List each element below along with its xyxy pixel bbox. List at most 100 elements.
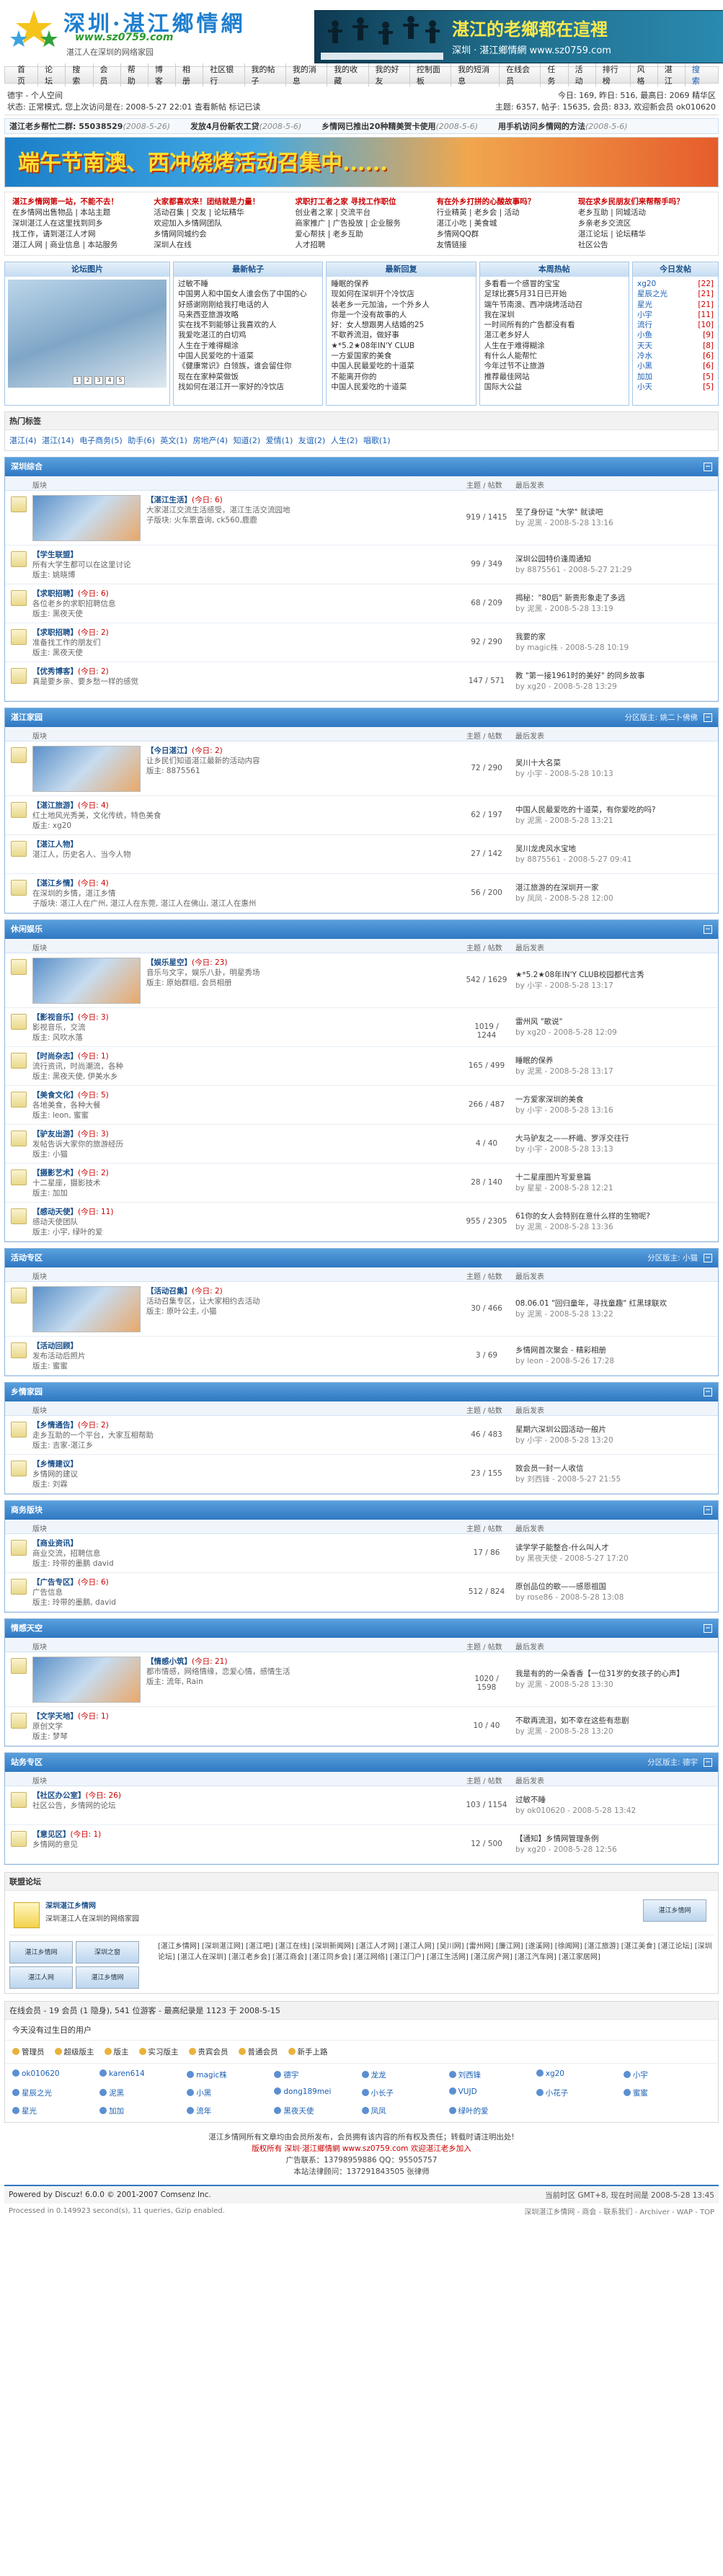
forum-last-post[interactable]: 读学学子能整合-什么叫人才 by 黑夜天使 - 2008-5-27 17:20 <box>515 1543 717 1564</box>
forum-title[interactable]: 【活动回顾】 <box>32 1341 459 1351</box>
forum-name[interactable]: 【意见区】 <box>32 1830 71 1839</box>
forum-last-post[interactable]: 不歇再流泪，如不幸在这些有悲剧 by 泥黑 - 2008-5-28 13:20 <box>515 1716 717 1737</box>
collapse-toggle-icon[interactable]: − <box>704 1506 712 1515</box>
rank-row[interactable]: 小天 [5] <box>637 382 714 392</box>
section-header[interactable]: 乡情家园 − <box>5 1383 718 1401</box>
ad-link[interactable]: 乡情网QQ群 <box>437 229 569 240</box>
last-post-title[interactable]: 中国人民最爱吃的十道菜，有你爱吃的吗? <box>515 805 717 816</box>
rank-row[interactable]: 星光 [21] <box>637 300 714 310</box>
section-moderators[interactable]: 分区版主: 姚二卜佛佛 <box>625 708 698 727</box>
portal-post-link[interactable]: 人生在于难得糊涂 <box>484 341 624 351</box>
hot-tag[interactable]: 湛江(14) <box>42 436 74 445</box>
online-user[interactable]: 加加 <box>99 2105 187 2116</box>
forum-title[interactable]: 【乡情建议】 <box>32 1459 459 1469</box>
last-post-title[interactable]: 我要的家 <box>515 632 717 643</box>
forum-title[interactable]: 【娱乐星空】(今日: 23) <box>146 958 459 968</box>
ad-link[interactable]: 深圳人在线 <box>154 240 286 251</box>
ad-link[interactable]: 创业者之家 | 交流平台 <box>295 208 427 218</box>
portal-post-link[interactable]: 不歇养流泪，做好事 <box>331 330 471 340</box>
forum-name[interactable]: 【乡情通告】 <box>32 1421 78 1430</box>
forum-title[interactable]: 【社区办公室】(今日: 26) <box>32 1791 459 1801</box>
ad-link[interactable]: 友情链接 <box>437 240 569 251</box>
forum-title[interactable]: 【感动天使】(今日: 11) <box>32 1207 459 1217</box>
portal-post-link[interactable]: 端午节南澳、西冲烧烤活动召 <box>484 300 624 310</box>
promo-banner[interactable]: 端午节南澳、西冲烧烤活动召集中...... <box>4 137 719 187</box>
slideshow-page-button[interactable]: 3 <box>94 376 103 385</box>
last-post-title[interactable]: 至了身份证 "大学" 就读吧 <box>515 507 717 518</box>
collapse-toggle-icon[interactable]: − <box>704 1254 712 1262</box>
forum-row[interactable]: 【乡情建议】 乡情网的建议 版主: 刘霖 23 / 155 致会员一封一人收信 by 刘西… <box>5 1455 718 1494</box>
collapse-toggle-icon[interactable]: − <box>704 463 712 471</box>
forum-name[interactable]: 【影视音乐】 <box>32 1013 78 1022</box>
section-header[interactable]: 湛江家园 分区版主: 姚二卜佛佛 − <box>5 708 718 727</box>
forum-sub[interactable]: 版主: 梦琴 <box>32 1732 459 1742</box>
forum-last-post[interactable]: 揭秘："80后" 新贵形象走了多远 by 泥黑 - 2008-5-28 13:19 <box>515 593 717 615</box>
portal-post-link[interactable]: ★*5.2★08年IN'Y CLUB <box>331 341 471 351</box>
forum-title[interactable]: 【广告专区】(今日: 6) <box>32 1577 459 1587</box>
online-user[interactable]: 德宇 <box>274 2069 361 2080</box>
forum-sub[interactable]: 版主: 流年, Rain <box>146 1677 459 1687</box>
rank-row[interactable]: 星辰之光 [21] <box>637 289 714 299</box>
forum-row[interactable]: 【时尚杂志】(今日: 1) 流行资讯，时尚潮流，各种 版主: 黑夜天使, 伊美水乡 1… <box>5 1047 718 1086</box>
ticker-item[interactable]: 发放4月份新农工贷(2008-5-6) <box>190 120 301 132</box>
forum-row[interactable]: 【湛江旅游】(今日: 4) 红土地风光秀美，文化传统，特色美食 版主: xg20 62… <box>5 796 718 835</box>
online-user[interactable]: dong189mei <box>274 2087 361 2098</box>
forum-row[interactable]: 【美食文化】(今日: 5) 各地美食，各种大餐 版主: leon, 蜜蜜 266 / … <box>5 1086 718 1125</box>
forum-title[interactable]: 【时尚杂志】(今日: 1) <box>32 1051 459 1061</box>
rank-row[interactable]: 加加 [5] <box>637 372 714 382</box>
ad-link[interactable]: 行业精英 | 老乡会 | 活动 <box>437 208 569 218</box>
forum-name[interactable]: 【活动回顾】 <box>32 1342 78 1350</box>
ad-link[interactable]: 爱心帮扶 | 老乡互助 <box>295 229 427 240</box>
last-post-title[interactable]: 揭秘："80后" 新贵形象走了多远 <box>515 593 717 604</box>
forum-row[interactable]: 【活动召集】(今日: 2) 活动召集专区，让大家相约去活动 版主: 原叶公主, 小猫… <box>5 1282 718 1337</box>
forum-row[interactable]: 【学生联盟】 所有大学生都可以在这里讨论 版主: 姚晓博 99 / 349 深圳公园特价… <box>5 545 718 584</box>
forum-name[interactable]: 【求职招聘】 <box>32 589 78 598</box>
forum-last-post[interactable]: 致会员一封一人收信 by 刘西锋 - 2008-5-27 21:55 <box>515 1463 717 1485</box>
forum-last-post[interactable]: 过敏不睡 by ok010620 - 2008-5-28 13:42 <box>515 1795 717 1817</box>
forum-sub[interactable]: 版主: 小宇, 绿叶的爱 <box>32 1227 459 1237</box>
ticker-item[interactable]: 用手机访问乡情网的方法(2008-5-6) <box>498 120 628 132</box>
portal-post-link[interactable]: 睡眠的保养 <box>331 279 471 289</box>
forum-title[interactable]: 【情感小筑】(今日: 21) <box>146 1657 459 1667</box>
rank-row[interactable]: 小黑 [6] <box>637 361 714 371</box>
ad-link[interactable]: 现在求乡民朋友们来帮帮手吗？ <box>578 197 711 208</box>
forum-title[interactable]: 【今日湛江】(今日: 2) <box>146 746 459 756</box>
ad-link[interactable]: 乡亲老乡交流区 <box>578 218 711 229</box>
portal-post-link[interactable]: 多看看一个感冒的宝宝 <box>484 279 624 289</box>
forum-thumbnail-image[interactable] <box>32 1286 141 1332</box>
rank-row[interactable]: 冷水 [6] <box>637 351 714 361</box>
forum-sub[interactable]: 版主: leon, 蜜蜜 <box>32 1110 459 1120</box>
section-header[interactable]: 活动专区 分区版主: 小猫 − <box>5 1249 718 1267</box>
forum-thumbnail-image[interactable] <box>32 1657 141 1703</box>
online-user[interactable]: VUJD <box>449 2087 536 2098</box>
hot-tag[interactable]: 人生(2) <box>331 436 358 445</box>
forum-title[interactable]: 【驴友出游】(今日: 3) <box>32 1129 459 1139</box>
hot-tag[interactable]: 英文(1) <box>160 436 187 445</box>
forum-name[interactable]: 【摄影艺术】 <box>32 1169 78 1177</box>
portal-post-link[interactable]: 找如何在湛江开一家好的冷饮店 <box>178 382 318 392</box>
forum-row[interactable]: 【影视音乐】(今日: 3) 影视音乐，交流 版主: 风吹水落 1019 / 1244 雷… <box>5 1008 718 1047</box>
last-post-title[interactable]: 教 "第一接1961时的美好" 的同乡故事 <box>515 671 717 682</box>
forum-row[interactable]: 【湛江生活】(今日: 6) 大家湛江交流生活感受，湛江生活交流园地 子版块: 火车票… <box>5 491 718 545</box>
forum-last-post[interactable]: 湛江旅游的在深圳开一家 by 凤凤 - 2008-5-28 12:00 <box>515 883 717 904</box>
forum-row[interactable]: 【活动回顾】 发布活动后照片 版主: 蜜蜜 3 / 69 乡情网首次聚会 - 精彩相册 b… <box>5 1337 718 1376</box>
portal-post-link[interactable]: 一方爱国家的美食 <box>331 351 471 361</box>
portal-post-link[interactable]: 一时间所有的广告都没有看 <box>484 320 624 330</box>
alliance-badge-4[interactable]: 湛江乡情网 <box>76 1966 139 1989</box>
portal-post-link[interactable]: 中国人民爱吃的十道菜 <box>331 382 471 392</box>
last-post-title[interactable]: 读学学子能整合-什么叫人才 <box>515 1543 717 1554</box>
forum-name[interactable]: 【驴友出游】 <box>32 1130 78 1138</box>
online-user[interactable]: 绿叶的爱 <box>449 2105 536 2116</box>
ad-link[interactable]: 商家推广 | 广告投放 | 企业服务 <box>295 218 427 229</box>
forum-last-post[interactable]: 我是有的的一朵香香【一位31岁的女孩子的心声】 by 泥黑 - 2008-5-28… <box>515 1669 717 1690</box>
slideshow-image[interactable]: 12345 <box>8 280 167 388</box>
forum-last-post[interactable]: 原创品位的歌——感恩祖国 by rose86 - 2008-5-28 13:08 <box>515 1582 717 1603</box>
forum-name[interactable]: 【优秀博客】 <box>32 667 78 676</box>
ticker-item[interactable]: 湛江老乡帮忙二群: 55038529(2008-5-26) <box>9 120 170 132</box>
forum-last-post[interactable]: 教 "第一接1961时的美好" 的同乡故事 by xg20 - 2008-5-28… <box>515 671 717 692</box>
portal-post-link[interactable]: 现如何在深圳开个冷饮店 <box>331 289 471 299</box>
forum-row[interactable]: 【广告专区】(今日: 6) 广告信息 版主: 玲带的墨鹏, david 512 / 8… <box>5 1573 718 1612</box>
section-moderators[interactable]: 分区版主: 德宇 <box>647 1753 698 1772</box>
last-post-title[interactable]: 湛江旅游的在深圳开一家 <box>515 883 717 893</box>
online-user[interactable]: 凤凤 <box>362 2105 449 2116</box>
